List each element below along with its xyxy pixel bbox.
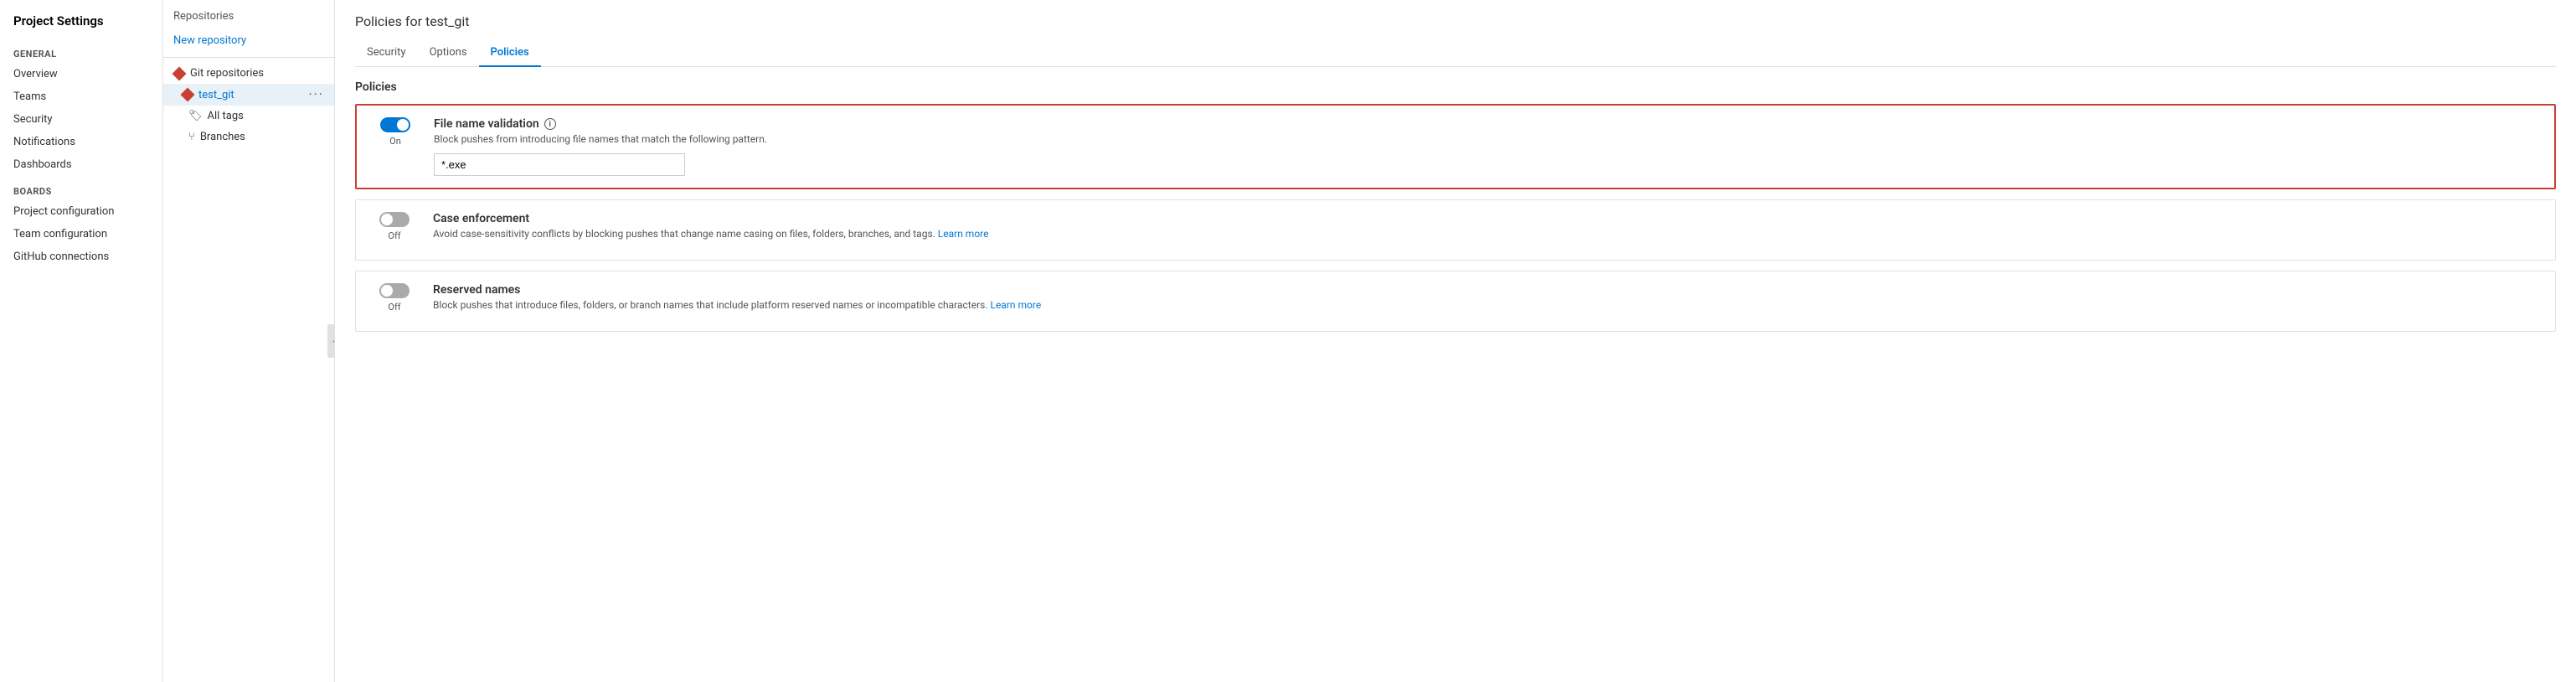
policy-card-file-name-validation: On File name validation i Block pushes f…: [355, 104, 2556, 189]
reserved-names-learn-more[interactable]: Learn more: [990, 299, 1041, 311]
policy-desc-case: Avoid case-sensitivity conflicts by bloc…: [433, 228, 2542, 240]
tab-security[interactable]: Security: [355, 39, 418, 67]
general-section-label: General: [0, 39, 162, 63]
sidebar-item-github-connections[interactable]: GitHub connections: [0, 245, 162, 268]
policy-desc-reserved: Block pushes that introduce files, folde…: [433, 299, 2542, 311]
divider: [163, 57, 334, 58]
policy-name-file-name: File name validation i: [434, 117, 2541, 131]
policy-toggle-area-file-name: On: [370, 117, 420, 147]
toggle-label-file-name: On: [389, 136, 401, 147]
policy-row: Off Case enforcement Avoid case-sensitiv…: [369, 212, 2542, 248]
policy-info-case: Case enforcement Avoid case-sensitivity …: [433, 212, 2542, 248]
sidebar-item-security[interactable]: Security: [0, 108, 162, 131]
middle-panel: Repositories New repository Git reposito…: [163, 0, 335, 682]
git-repositories-group[interactable]: Git repositories: [163, 63, 334, 84]
boards-section-label: Boards: [0, 176, 162, 200]
policy-name-case: Case enforcement: [433, 212, 2542, 225]
file-name-validation-toggle[interactable]: [380, 117, 410, 132]
repo-more-button[interactable]: ···: [308, 88, 324, 101]
policy-name-reserved: Reserved names: [433, 283, 2542, 297]
project-settings-title: Project Settings: [0, 13, 162, 39]
toggle-knob: [381, 214, 393, 225]
repo-diamond-icon: [182, 89, 193, 101]
policy-toggle-area-reserved: Off: [369, 283, 420, 313]
policy-info-file-name: File name validation i Block pushes from…: [434, 117, 2541, 176]
file-name-pattern-input[interactable]: [434, 153, 685, 176]
policy-row: Off Reserved names Block pushes that int…: [369, 283, 2542, 319]
policy-card-case-enforcement: Off Case enforcement Avoid case-sensitiv…: [355, 199, 2556, 261]
sidebar-item-overview[interactable]: Overview: [0, 63, 162, 85]
tab-options[interactable]: Options: [418, 39, 479, 67]
toggle-label-case: Off: [388, 230, 400, 241]
tabs-row: Security Options Policies: [355, 39, 2556, 67]
policy-card-reserved-names: Off Reserved names Block pushes that int…: [355, 271, 2556, 332]
reserved-names-toggle[interactable]: [379, 283, 410, 298]
collapse-panel-button[interactable]: ‹: [327, 324, 335, 358]
left-sidebar: Project Settings General Overview Teams …: [0, 0, 163, 682]
toggle-label-reserved: Off: [388, 302, 400, 313]
repo-name-label: test_git: [198, 89, 303, 101]
policy-toggle-area-case: Off: [369, 212, 420, 241]
sidebar-item-dashboards[interactable]: Dashboards: [0, 153, 162, 176]
all-tags-item[interactable]: 🏷 All tags: [163, 106, 334, 127]
policy-row: On File name validation i Block pushes f…: [370, 117, 2541, 176]
page-title: Policies for test_git: [355, 13, 2556, 29]
git-repositories-label: Git repositories: [190, 67, 264, 80]
toggle-knob: [397, 119, 409, 131]
case-enforcement-toggle[interactable]: [379, 212, 410, 227]
policies-section-title: Policies: [355, 80, 2556, 94]
policy-info-reserved: Reserved names Block pushes that introdu…: [433, 283, 2542, 319]
all-tags-label: All tags: [208, 110, 244, 122]
branches-label: Branches: [200, 131, 245, 143]
tag-icon: 🏷: [188, 110, 203, 122]
diamond-icon: [173, 68, 185, 80]
test-git-repo-item[interactable]: test_git ···: [163, 84, 334, 106]
new-repository-button[interactable]: New repository: [163, 29, 334, 52]
repositories-title: Repositories: [163, 10, 334, 29]
sidebar-item-project-configuration[interactable]: Project configuration: [0, 200, 162, 223]
main-content: Policies for test_git Security Options P…: [335, 0, 2576, 682]
toggle-knob: [381, 285, 393, 297]
tab-policies[interactable]: Policies: [479, 39, 541, 67]
chevron-left-icon: ‹: [332, 337, 335, 346]
sidebar-item-notifications[interactable]: Notifications: [0, 131, 162, 153]
info-icon-file-name[interactable]: i: [544, 118, 556, 130]
sidebar-item-team-configuration[interactable]: Team configuration: [0, 223, 162, 245]
branches-item[interactable]: ⑂ Branches: [163, 127, 334, 147]
sidebar-item-teams[interactable]: Teams: [0, 85, 162, 108]
case-enforcement-learn-more[interactable]: Learn more: [938, 228, 989, 240]
branch-icon: ⑂: [188, 131, 195, 143]
policy-desc-file-name: Block pushes from introducing file names…: [434, 133, 2541, 145]
